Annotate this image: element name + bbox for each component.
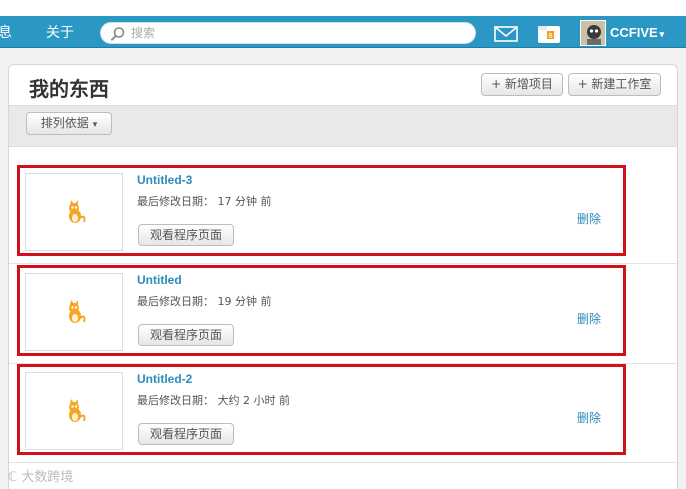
delete-link[interactable]: 删除: [577, 310, 601, 327]
folder-icon[interactable]: 8: [536, 23, 562, 45]
project-thumbnail[interactable]: [25, 372, 123, 450]
svg-text:8: 8: [548, 32, 552, 40]
scratch-cat-icon: [69, 200, 86, 223]
project-title-link[interactable]: Untitled-3: [137, 173, 192, 187]
view-project-page-button[interactable]: 观看程序页面: [138, 423, 234, 445]
panel-header: 我的东西 + 新增项目 + 新建工作室: [9, 65, 677, 105]
my-stuff-panel: 我的东西 + 新增项目 + 新建工作室 排列依据 ▾ Untitled-3 最后修…: [8, 64, 678, 489]
search-icon: [111, 27, 125, 41]
view-project-page-button[interactable]: 观看程序页面: [138, 324, 234, 346]
new-studio-button[interactable]: + 新建工作室: [568, 73, 661, 96]
mail-icon[interactable]: [494, 25, 518, 43]
project-row: Untitled 最后修改日期： 19 分钟 前 观看程序页面 删除: [9, 265, 677, 364]
user-menu[interactable]: CCFIVE ▾: [610, 24, 664, 43]
new-project-button[interactable]: + 新增项目: [481, 73, 563, 96]
project-thumbnail[interactable]: [25, 273, 123, 351]
last-modified-text: 最后修改日期： 大约 2 小时 前: [137, 394, 290, 407]
avatar-image: [581, 21, 605, 45]
watermark: ℂ 大数跨境: [8, 466, 73, 485]
chevron-down-icon: ▾: [659, 29, 665, 39]
last-modified-text: 最后修改日期： 17 分钟 前: [137, 195, 272, 208]
project-title-link[interactable]: Untitled-2: [137, 372, 192, 386]
scratch-cat-icon: [69, 399, 86, 422]
watermark-text: 大数跨境: [21, 470, 74, 485]
view-project-page-button[interactable]: 观看程序页面: [138, 224, 234, 246]
sort-by-label: 排列依据: [40, 116, 89, 130]
search-input[interactable]: [131, 23, 461, 43]
nav-item-about[interactable]: 关于: [46, 22, 74, 44]
avatar[interactable]: [580, 20, 606, 46]
project-thumbnail[interactable]: [25, 173, 123, 251]
top-white-strip: [0, 0, 686, 16]
project-row: Untitled-2 最后修改日期： 大约 2 小时 前 观看程序页面 删除: [9, 364, 677, 463]
watermark-logo-icon: ℂ: [8, 470, 22, 485]
sort-by-dropdown[interactable]: 排列依据 ▾: [26, 112, 112, 135]
user-name: CCFIVE: [610, 25, 658, 40]
scratch-cat-icon: [69, 300, 86, 323]
search-box[interactable]: [100, 22, 476, 44]
chevron-down-icon: ▾: [92, 120, 98, 130]
page-title: 我的东西: [29, 77, 109, 101]
last-modified-text: 最后修改日期： 19 分钟 前: [137, 295, 272, 308]
delete-link[interactable]: 删除: [577, 210, 601, 227]
sort-toolbar: 排列依据 ▾: [9, 105, 677, 147]
delete-link[interactable]: 删除: [577, 409, 601, 426]
nav-item-messages[interactable]: 息: [0, 22, 14, 44]
project-row: Untitled-3 最后修改日期： 17 分钟 前 观看程序页面 删除: [9, 165, 677, 264]
project-title-link[interactable]: Untitled: [137, 273, 182, 287]
